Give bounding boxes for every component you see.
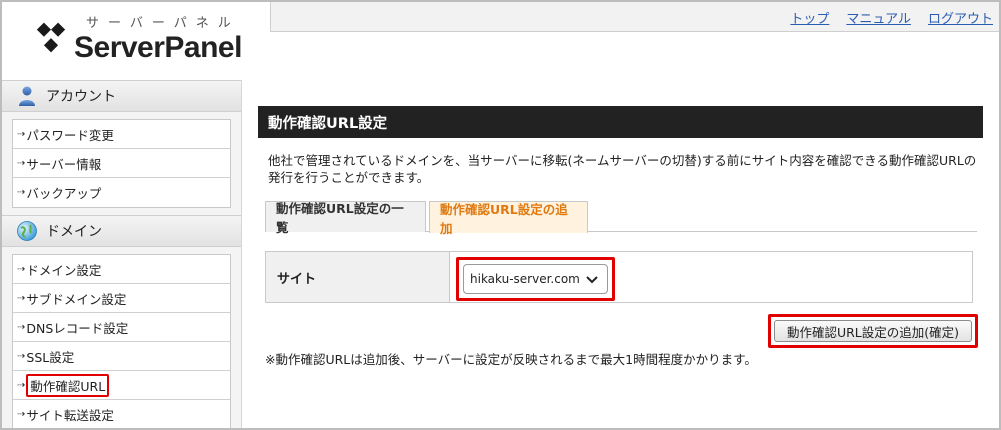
top-bar: トップ マニュアル ログアウト bbox=[270, 2, 999, 32]
sidebar-item-label: パスワード変更 bbox=[26, 127, 114, 143]
sidebar-item-dns-record[interactable]: ⇢ DNSレコード設定 bbox=[13, 313, 230, 342]
sidebar-item-site-redirect[interactable]: ⇢ サイト転送設定 bbox=[13, 400, 230, 428]
logo-kana: サーバーパネル bbox=[86, 16, 240, 31]
site-select-value: hikaku-server.com bbox=[470, 272, 580, 286]
sidebar-item-label: サブドメイン設定 bbox=[26, 291, 127, 307]
logo-text: ServerPanel bbox=[74, 31, 242, 64]
header: サーバーパネル ServerPanel トップ マニュアル ログアウト bbox=[2, 2, 999, 80]
chevron-down-icon bbox=[586, 276, 598, 284]
sidebar-item-label: ドメイン設定 bbox=[26, 262, 102, 278]
user-icon bbox=[19, 86, 35, 106]
sidebar-item-label: サイト転送設定 bbox=[26, 408, 114, 423]
logo-diamond-icon bbox=[36, 22, 66, 53]
manual-link[interactable]: マニュアル bbox=[846, 8, 911, 27]
sidebar-account-list: ⇢ パスワード変更 ⇢ サーバー情報 ⇢ バックアップ bbox=[12, 119, 231, 208]
site-label: サイト bbox=[266, 252, 450, 302]
page-description: 他社で管理されているドメインを、当サーバーに移転(ネームサーバーの切替)する前に… bbox=[268, 153, 977, 185]
site-select-highlight: hikaku-server.com bbox=[456, 257, 615, 301]
site-form-row: サイト hikaku-server.com bbox=[265, 251, 973, 303]
sidebar-section-account[interactable]: アカウント bbox=[2, 80, 241, 112]
globe-icon bbox=[17, 221, 37, 241]
arrow-icon: ⇢ bbox=[17, 128, 26, 140]
logout-link[interactable]: ログアウト bbox=[928, 8, 993, 27]
sidebar-item-ssl[interactable]: ⇢ SSL設定 bbox=[13, 342, 230, 371]
arrow-icon: ⇢ bbox=[17, 350, 26, 362]
sidebar-section-domain[interactable]: ドメイン bbox=[2, 215, 241, 247]
arrow-icon: ⇢ bbox=[17, 409, 26, 420]
tab-add[interactable]: 動作確認URL設定の追加 bbox=[429, 201, 588, 236]
sidebar-item-label: サーバー情報 bbox=[26, 156, 102, 172]
sidebar: アカウント ⇢ パスワード変更 ⇢ サーバー情報 ⇢ バックアップ ドメイン ⇢… bbox=[2, 80, 242, 428]
site-value-cell: hikaku-server.com bbox=[450, 252, 972, 302]
server-panel-window: サーバーパネル ServerPanel トップ マニュアル ログアウト アカウン… bbox=[0, 0, 1001, 430]
arrow-icon: ⇢ bbox=[17, 379, 26, 391]
sidebar-item-server-info[interactable]: ⇢ サーバー情報 bbox=[13, 149, 230, 178]
sidebar-item-domain-settings[interactable]: ⇢ ドメイン設定 bbox=[13, 255, 230, 284]
top-link[interactable]: トップ bbox=[790, 8, 829, 27]
sidebar-item-label: DNSレコード設定 bbox=[26, 320, 129, 336]
tab-list[interactable]: 動作確認URL設定の一覧 bbox=[265, 201, 426, 235]
sidebar-section-title: ドメイン bbox=[46, 224, 102, 240]
main-content: 動作確認URL設定 他社で管理されているドメインを、当サーバーに移転(ネームサー… bbox=[258, 106, 983, 367]
tab-bar: 動作確認URL設定の一覧 動作確認URL設定の追加 bbox=[265, 201, 977, 236]
arrow-icon: ⇢ bbox=[17, 263, 26, 275]
submit-highlight: 動作確認URL設定の追加(確定) bbox=[768, 314, 978, 348]
sidebar-item-label: SSL設定 bbox=[26, 349, 75, 365]
site-select[interactable]: hikaku-server.com bbox=[463, 264, 608, 294]
arrow-icon: ⇢ bbox=[17, 187, 26, 198]
arrow-icon: ⇢ bbox=[17, 157, 26, 169]
sidebar-item-backup[interactable]: ⇢ バックアップ bbox=[13, 178, 230, 207]
sidebar-item-label: 動作確認URL bbox=[26, 373, 110, 397]
sidebar-item-subdomain[interactable]: ⇢ サブドメイン設定 bbox=[13, 284, 230, 313]
top-nav: トップ マニュアル ログアウト bbox=[790, 8, 993, 27]
sidebar-item-test-url[interactable]: ⇢ 動作確認URL bbox=[13, 371, 230, 400]
page-title: 動作確認URL設定 bbox=[258, 106, 983, 138]
sidebar-domain-list: ⇢ ドメイン設定 ⇢ サブドメイン設定 ⇢ DNSレコード設定 ⇢ SSL設定 … bbox=[12, 254, 231, 428]
arrow-icon: ⇢ bbox=[17, 321, 26, 333]
add-confirm-button[interactable]: 動作確認URL設定の追加(確定) bbox=[774, 320, 972, 342]
arrow-icon: ⇢ bbox=[17, 292, 26, 304]
logo[interactable]: サーバーパネル ServerPanel bbox=[2, 2, 270, 74]
sidebar-item-password[interactable]: ⇢ パスワード変更 bbox=[13, 120, 230, 149]
sidebar-item-label: バックアップ bbox=[26, 186, 102, 201]
note-text: ※動作確認URLは追加後、サーバーに設定が反映されるまで最大1時間程度かかります… bbox=[265, 352, 757, 367]
sidebar-section-title: アカウント bbox=[46, 89, 116, 105]
